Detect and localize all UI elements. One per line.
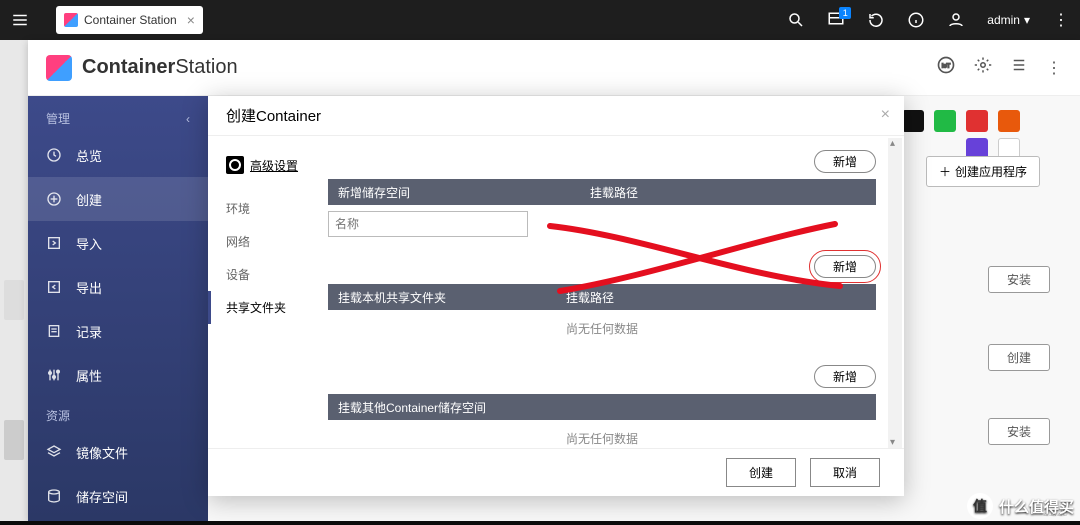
- sidebar-item-label: 镜像文件: [76, 443, 128, 462]
- create-button[interactable]: 创建: [988, 344, 1050, 371]
- app-logo: [46, 55, 72, 81]
- tab-network[interactable]: 网络: [226, 225, 318, 258]
- watermark-text: 什么值得买: [999, 496, 1074, 517]
- sidebar: 管理 ‹ 总览 创建 导入 导出 记录 属性 资源 镜像文件 储存空间: [28, 96, 208, 521]
- sidebar-group: 管理: [46, 110, 70, 127]
- button-label: 创建应用程序: [955, 163, 1027, 180]
- sidebar-item-label: 储存空间: [76, 487, 128, 506]
- sidebar-item-import[interactable]: 导入: [28, 221, 208, 265]
- sidebar-item-label: 记录: [76, 322, 102, 341]
- more-icon[interactable]: ⋮: [1052, 11, 1070, 29]
- add-button[interactable]: 新增: [814, 365, 876, 388]
- sidebar-item-label: 总览: [76, 146, 102, 165]
- user-label: admin: [987, 13, 1020, 27]
- sidebar-item-label: 创建: [76, 190, 102, 209]
- install-button[interactable]: 安装: [988, 266, 1050, 293]
- more-icon[interactable]: ⋮: [1046, 58, 1062, 78]
- tab-title: Container Station: [84, 13, 177, 27]
- user-icon[interactable]: [947, 11, 965, 29]
- cancel-button[interactable]: 取消: [810, 458, 880, 487]
- gear-icon: [226, 156, 244, 174]
- col-header: 挂载路径: [590, 184, 638, 201]
- dialog-title: 创建Container: [226, 105, 321, 126]
- close-icon[interactable]: ×: [187, 12, 195, 28]
- add-button[interactable]: 新增: [814, 150, 876, 173]
- gear-icon[interactable]: [974, 56, 992, 79]
- desktop-widget: [4, 280, 24, 320]
- iot-icon[interactable]: IoT: [936, 55, 956, 80]
- collapse-icon[interactable]: ‹: [186, 112, 190, 126]
- svg-text:IoT: IoT: [942, 64, 951, 70]
- create-button[interactable]: 创建: [726, 458, 796, 487]
- sidebar-item-log[interactable]: 记录: [28, 309, 208, 353]
- app-icon: [64, 13, 78, 27]
- app-tile[interactable]: [934, 110, 956, 132]
- tab-shared-folder[interactable]: 共享文件夹: [208, 291, 318, 324]
- section-header: 挂载本机共享文件夹 挂载路径: [328, 284, 876, 310]
- add-button[interactable]: 新增: [814, 255, 876, 278]
- sidebar-item-images[interactable]: 镜像文件: [28, 430, 208, 474]
- browser-tab[interactable]: Container Station ×: [56, 6, 203, 34]
- close-icon[interactable]: ×: [881, 106, 890, 124]
- section-header: 挂载其他Container储存空间: [328, 394, 876, 420]
- list-icon[interactable]: [1010, 56, 1028, 79]
- create-container-dialog: 创建Container × 高级设置 环境 网络 设备 共享文件夹 新增 新增储…: [208, 96, 904, 496]
- user-menu[interactable]: admin ▾: [987, 13, 1030, 27]
- sidebar-item-create[interactable]: 创建: [28, 177, 208, 221]
- col-header: 挂载其他Container储存空间: [338, 399, 486, 416]
- tab-device[interactable]: 设备: [226, 258, 318, 291]
- sidebar-item-label: 导入: [76, 234, 102, 253]
- create-app-button[interactable]: ＋ 创建应用程序: [926, 156, 1040, 187]
- section-header: 新增储存空间 挂载路径: [328, 179, 876, 205]
- sidebar-item-overview[interactable]: 总览: [28, 133, 208, 177]
- app-tile[interactable]: [998, 110, 1020, 132]
- empty-message: 尚无任何数据: [328, 420, 876, 448]
- sidebar-group: 资源: [46, 407, 70, 424]
- sidebar-item-storage[interactable]: 储存空间: [28, 474, 208, 518]
- install-button[interactable]: 安装: [988, 418, 1050, 445]
- advanced-label: 高级设置: [250, 157, 298, 174]
- empty-message: 尚无任何数据: [328, 310, 876, 347]
- desktop-widget: [4, 420, 24, 460]
- sidebar-item-export[interactable]: 导出: [28, 265, 208, 309]
- tab-env[interactable]: 环境: [226, 192, 318, 225]
- info-icon[interactable]: [907, 11, 925, 29]
- refresh-icon[interactable]: [867, 11, 885, 29]
- col-header: 挂载本机共享文件夹: [338, 289, 446, 306]
- col-header: 新增储存空间: [338, 184, 410, 201]
- taskbar: [0, 521, 1080, 525]
- watermark-icon: 值: [967, 493, 993, 519]
- watermark: 值 什么值得买: [967, 493, 1074, 519]
- search-icon[interactable]: [787, 11, 805, 29]
- app-tile[interactable]: [902, 110, 924, 132]
- advanced-settings-toggle[interactable]: 高级设置: [226, 156, 318, 174]
- app-tile[interactable]: [966, 110, 988, 132]
- col-header: 挂载路径: [566, 289, 614, 306]
- menu-icon[interactable]: [0, 0, 40, 40]
- name-input[interactable]: [328, 211, 528, 237]
- app-title: ContainerStation: [82, 56, 238, 79]
- dashboard-icon[interactable]: 1: [827, 11, 845, 29]
- badge: 1: [839, 7, 851, 19]
- sidebar-item-label: 属性: [76, 366, 102, 385]
- sidebar-item-label: 导出: [76, 278, 102, 297]
- sidebar-item-props[interactable]: 属性: [28, 353, 208, 397]
